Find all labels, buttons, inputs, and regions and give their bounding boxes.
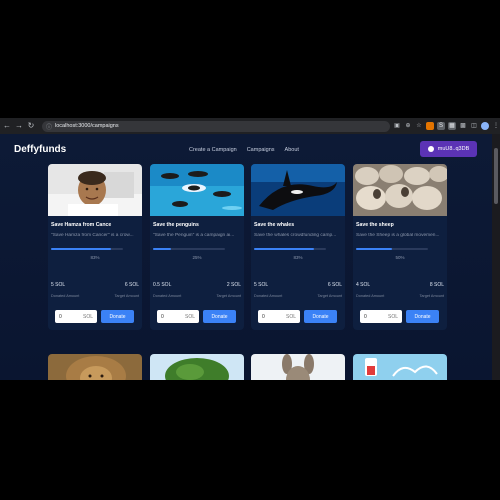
- progress-fill: [356, 248, 392, 250]
- target-amount-label: Target Amount: [216, 294, 241, 298]
- progress-percent: 83%: [90, 255, 100, 260]
- progress-fill: [153, 248, 171, 250]
- wallet-address: muU8..q3DB: [437, 146, 470, 152]
- progress-fill: [254, 248, 314, 250]
- amount-unit: SOL: [184, 313, 195, 320]
- campaign-image-whales[interactable]: [251, 164, 345, 216]
- brand-logo[interactable]: Deffyfunds: [14, 144, 66, 155]
- amount-unit: SOL: [285, 313, 296, 320]
- campaign-title: Save the whales: [254, 222, 295, 228]
- donation-amount-input[interactable]: 0 SOL: [258, 310, 300, 323]
- campaigns-page: Deffyfunds Create a Campaign Campaigns A…: [0, 134, 492, 380]
- progress-percent: 83%: [293, 255, 303, 260]
- info-icon[interactable]: ⓘ: [46, 122, 52, 131]
- donation-amount-input[interactable]: 0 SOL: [157, 310, 199, 323]
- campaign-card: Save the sheep Save the Sheep is a globa…: [353, 164, 447, 330]
- campaign-title: Save the sheep: [356, 222, 394, 228]
- amount-value: 0: [161, 313, 164, 320]
- campaign-image-hamza[interactable]: [48, 164, 142, 216]
- extension-icon[interactable]: [426, 122, 434, 130]
- campaign-card[interactable]: [251, 354, 345, 380]
- amount-value: 0: [59, 313, 62, 320]
- target-amount-label: Target Amount: [317, 294, 342, 298]
- campaign-card: Save the penguins "Save the Penguin" is …: [150, 164, 244, 330]
- page-scrollbar[interactable]: [492, 134, 500, 380]
- campaign-card[interactable]: [48, 354, 142, 380]
- campaign-image-penguins[interactable]: [150, 164, 244, 216]
- progress-fill: [51, 248, 111, 250]
- progress-percent: 50%: [395, 255, 405, 260]
- campaign-image-blood-donation: [353, 354, 447, 380]
- campaign-card: Save the whales Save the whales crowdfun…: [251, 164, 345, 330]
- address-bar[interactable]: ⓘ localhost:3000/campaigns: [42, 120, 390, 132]
- donate-button[interactable]: Donate: [406, 310, 439, 323]
- wallet-icon: [427, 146, 434, 152]
- campaign-card[interactable]: [353, 354, 447, 380]
- reload-icon[interactable]: ↻: [26, 121, 36, 131]
- campaign-description: Save the whales crowdfunding camp...: [254, 233, 337, 238]
- nav-about[interactable]: About: [285, 147, 299, 153]
- extension-icon[interactable]: ▦: [448, 122, 456, 130]
- screenshot-icon[interactable]: ▣: [393, 122, 401, 130]
- target-amount: 6 SOL: [124, 282, 139, 288]
- donated-amount-label: Donated Amount: [153, 294, 182, 298]
- donated-amount-label: Donated Amount: [254, 294, 283, 298]
- address-text: localhost:3000/campaigns: [55, 123, 119, 129]
- back-icon[interactable]: ←: [2, 121, 12, 131]
- target-amount: 2 SOL: [226, 282, 241, 288]
- scrollbar-thumb[interactable]: [494, 148, 498, 204]
- donated-amount: 5 SOL: [254, 282, 269, 288]
- sidebar-icon[interactable]: ◫: [470, 122, 478, 130]
- progress-percent: 25%: [192, 255, 202, 260]
- target-amount: 6 SOL: [327, 282, 342, 288]
- main-nav: Create a Campaign Campaigns About: [189, 147, 299, 153]
- progress-bar: [51, 248, 123, 250]
- campaign-image-sheep[interactable]: [353, 164, 447, 216]
- donated-amount: 0.5 SOL: [153, 282, 172, 288]
- amount-value: 0: [364, 313, 367, 320]
- campaign-title: Save the penguins: [153, 222, 199, 228]
- campaign-image-lion: [48, 354, 142, 380]
- menu-icon[interactable]: ⋮: [492, 122, 500, 130]
- nav-campaigns[interactable]: Campaigns: [247, 147, 275, 153]
- donate-button[interactable]: Donate: [304, 310, 337, 323]
- campaign-title: Save Hamza from Cance: [51, 222, 112, 228]
- campaign-description: "Save the Penguin" is a campaign ai...: [153, 233, 235, 238]
- extension-icon[interactable]: S: [437, 122, 445, 130]
- target-amount-label: Target Amount: [419, 294, 444, 298]
- puzzle-icon[interactable]: ▩: [459, 122, 467, 130]
- progress-bar: [254, 248, 326, 250]
- avatar[interactable]: [481, 122, 489, 130]
- donate-button[interactable]: Donate: [101, 310, 134, 323]
- progress-bar: [356, 248, 428, 250]
- campaign-image-donkey: [251, 354, 345, 380]
- donation-amount-input[interactable]: 0 SOL: [360, 310, 402, 323]
- campaign-description: "Save Hamza from Cancer" is a crow...: [51, 233, 134, 238]
- browser-toolbar: ← → ↻ ⓘ localhost:3000/campaigns ▣ ⊕ ☆ S…: [0, 118, 500, 134]
- campaign-card: Save Hamza from Cance "Save Hamza from C…: [48, 164, 142, 330]
- donated-amount: 5 SOL: [51, 282, 66, 288]
- browser-window: ← → ↻ ⓘ localhost:3000/campaigns ▣ ⊕ ☆ S…: [0, 118, 500, 380]
- amount-unit: SOL: [387, 313, 398, 320]
- campaign-card[interactable]: [150, 354, 244, 380]
- target-amount-label: Target Amount: [114, 294, 139, 298]
- donated-amount-label: Donated Amount: [51, 294, 80, 298]
- amount-unit: SOL: [82, 313, 93, 320]
- star-icon[interactable]: ☆: [415, 122, 423, 130]
- campaign-description: Save the Sheep is a global movemen...: [356, 233, 440, 238]
- progress-bar: [153, 248, 225, 250]
- donate-button[interactable]: Donate: [203, 310, 236, 323]
- campaign-image-tree: [150, 354, 244, 380]
- amount-value: 0: [262, 313, 265, 320]
- forward-icon[interactable]: →: [14, 121, 24, 131]
- wallet-button[interactable]: muU8..q3DB: [420, 141, 477, 157]
- target-amount: 8 SOL: [429, 282, 444, 288]
- donated-amount-label: Donated Amount: [356, 294, 385, 298]
- donated-amount: 4 SOL: [356, 282, 371, 288]
- nav-create-campaign[interactable]: Create a Campaign: [189, 147, 237, 153]
- donation-amount-input[interactable]: 0 SOL: [55, 310, 97, 323]
- zoom-icon[interactable]: ⊕: [404, 122, 412, 130]
